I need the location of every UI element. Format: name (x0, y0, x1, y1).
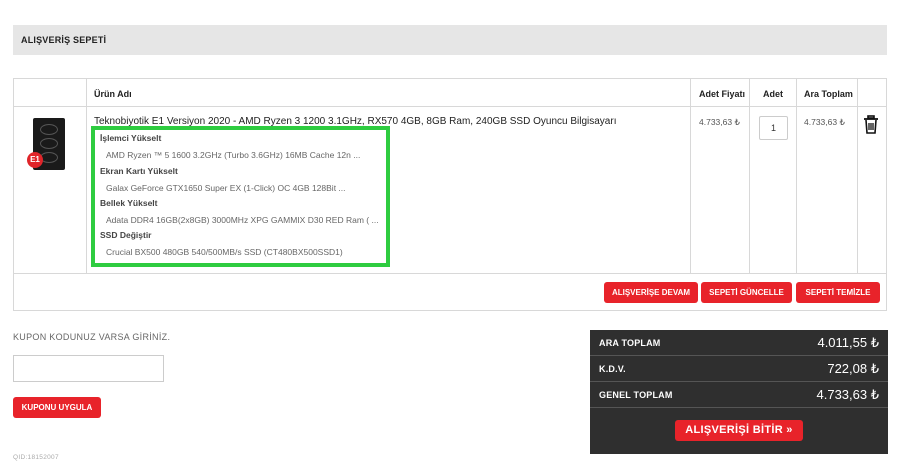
cart-table: Ürün Adı Adet Fiyatı Adet Ara Toplam E1 … (13, 78, 887, 311)
grand-total-label: GENEL TOPLAM (599, 390, 673, 400)
row-divider (14, 273, 886, 274)
quantity-input[interactable]: 1 (759, 116, 788, 140)
option-value: Adata DDR4 16GB(2x8GB) 3000MHz XPG GAMMI… (106, 215, 379, 225)
column-header-quantity: Adet (763, 89, 783, 99)
option-label: Ekran Kartı Yükselt (100, 166, 178, 176)
vat-value: 722,08 ₺ (827, 361, 879, 376)
option-label: Bellek Yükselt (100, 198, 158, 208)
column-header-subtotal: Ara Toplam (804, 89, 853, 99)
option-label: İşlemci Yükselt (100, 133, 162, 143)
order-totals-panel: ARA TOPLAM 4.011,55 ₺ K.D.V. 722,08 ₺ GE… (590, 330, 888, 454)
continue-shopping-button[interactable]: ALIŞVERİŞE DEVAM (604, 282, 698, 303)
product-badge: E1 (27, 152, 43, 168)
page-title: ALIŞVERİŞ SEPETİ (21, 35, 107, 45)
finish-shopping-button[interactable]: ALIŞVERİŞİ BİTİR » (675, 420, 803, 441)
unit-price: 4.733,63 ₺ (699, 117, 740, 127)
subtotal-value: 4.011,55 ₺ (817, 335, 879, 350)
cart-header-bar: ALIŞVERİŞ SEPETİ (13, 25, 887, 55)
column-divider (86, 79, 87, 273)
vat-row: K.D.V. 722,08 ₺ (590, 356, 888, 382)
option-value: Galax GeForce GTX1650 Super EX (1-Click)… (106, 183, 346, 193)
coupon-input[interactable] (13, 355, 164, 382)
coupon-label: KUPON KODUNUZ VARSA GİRİNİZ. (13, 332, 171, 342)
option-label: SSD Değiştir (100, 230, 152, 240)
column-header-unit-price: Adet Fiyatı (699, 89, 746, 99)
qid-label: QID:18152007 (13, 454, 59, 461)
grand-total-value: 4.733,63 ₺ (816, 387, 880, 402)
header-divider (14, 106, 886, 107)
update-cart-button[interactable]: SEPETİ GÜNCELLE (701, 282, 792, 303)
fan-icon (40, 124, 58, 135)
subtotal-row: ARA TOPLAM 4.011,55 ₺ (590, 330, 888, 356)
subtotal-label: ARA TOPLAM (599, 338, 661, 348)
apply-coupon-button[interactable]: KUPONU UYGULA (13, 397, 101, 418)
line-total: 4.733,63 ₺ (804, 117, 845, 127)
column-divider (690, 79, 691, 273)
column-divider (796, 79, 797, 273)
column-header-product: Ürün Adı (94, 89, 132, 99)
grand-total-row: GENEL TOPLAM 4.733,63 ₺ (590, 382, 888, 408)
option-value: Crucial BX500 480GB 540/500MB/s SSD (CT4… (106, 247, 343, 257)
clear-cart-button[interactable]: SEPETİ TEMİZLE (796, 282, 880, 303)
column-divider (857, 79, 858, 273)
column-divider (749, 79, 750, 273)
fan-icon (40, 138, 58, 149)
option-value: AMD Ryzen ™ 5 1600 3.2GHz (Turbo 3.6GHz)… (106, 150, 361, 160)
product-options-highlight: İşlemci Yükselt AMD Ryzen ™ 5 1600 3.2GH… (91, 126, 390, 267)
product-image[interactable]: E1 (27, 118, 71, 176)
trash-icon[interactable] (862, 115, 880, 135)
vat-label: K.D.V. (599, 364, 626, 374)
